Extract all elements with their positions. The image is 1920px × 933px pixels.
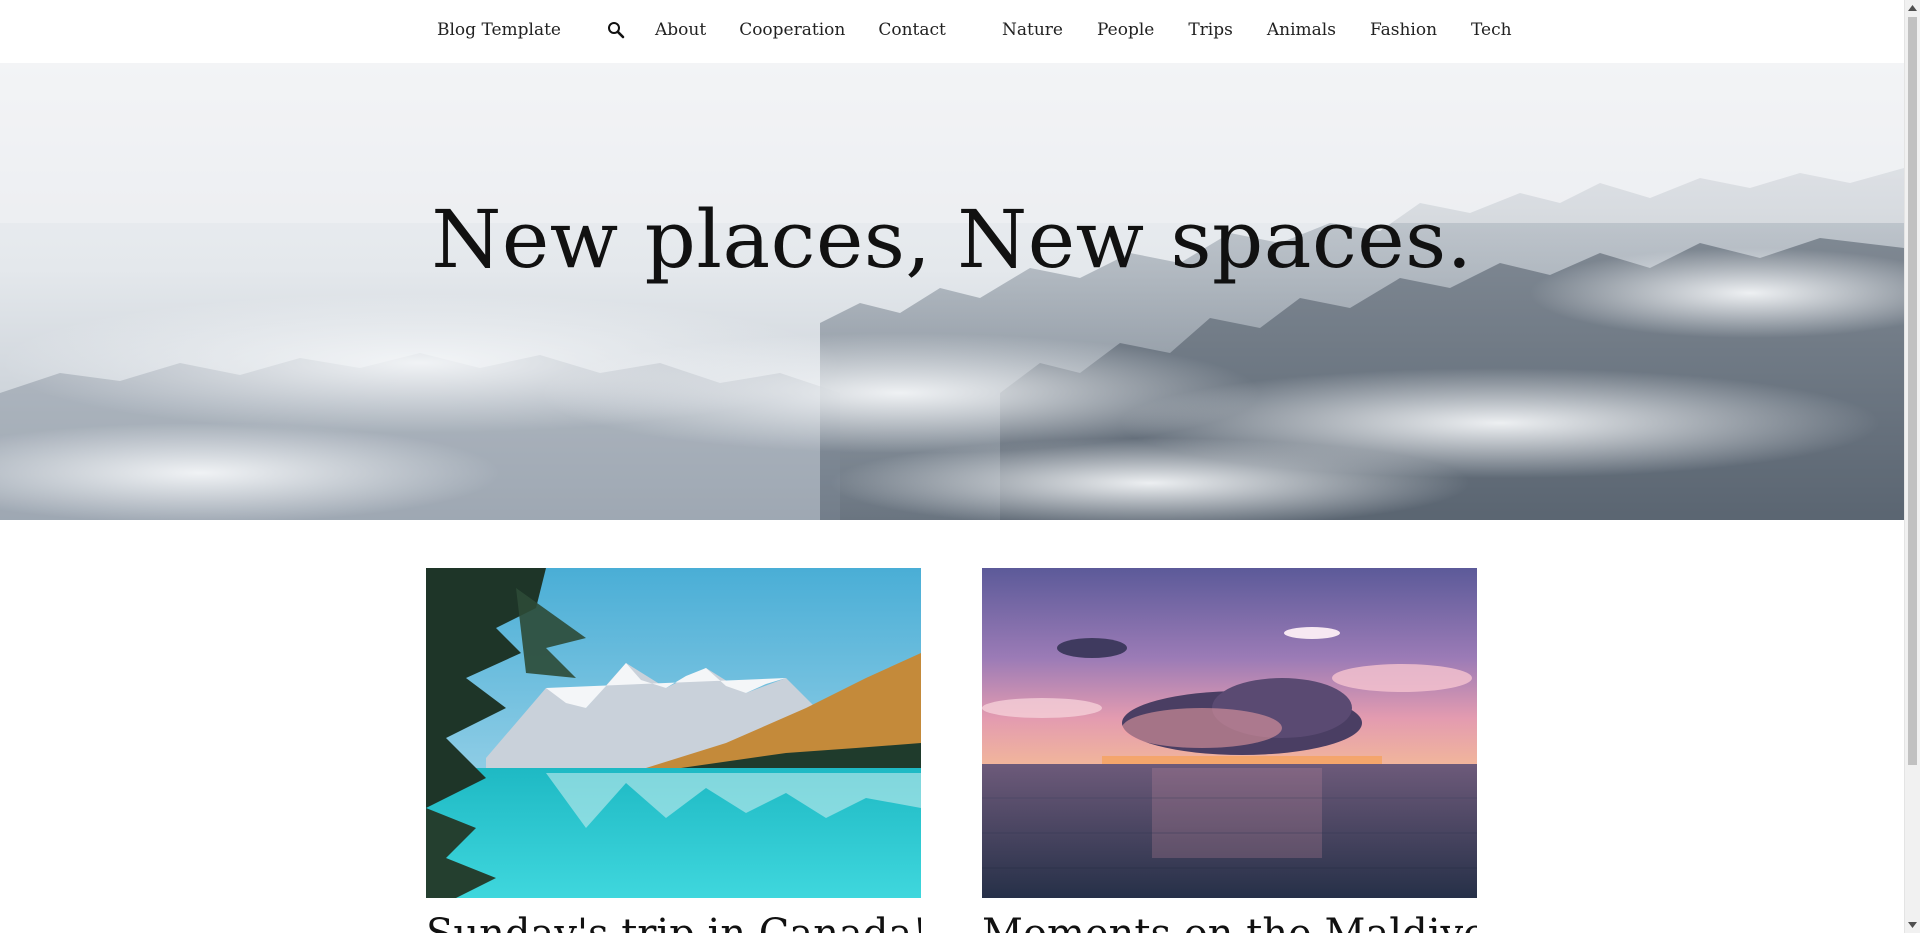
primary-nav: Blog Template About Cooperation Contact xyxy=(437,0,979,60)
post-card[interactable]: Moments on the Maldives & Hawaii xyxy=(982,568,1477,933)
category-nav: Nature People Trips Animals Fashion Tech xyxy=(1002,0,1512,60)
page: Blog Template About Cooperation Contact … xyxy=(0,0,1920,933)
post-image-ocean-sunset[interactable] xyxy=(982,568,1477,898)
site-header: Blog Template About Cooperation Contact … xyxy=(0,0,1904,63)
post-title[interactable]: Sunday's trip in Canada! The xyxy=(426,914,921,933)
scrollbar-thumb[interactable] xyxy=(1908,17,1917,765)
post-grid: Sunday's trip in Canada! The xyxy=(426,568,1478,933)
category-link-animals[interactable]: Animals xyxy=(1267,20,1336,40)
category-link-trips[interactable]: Trips xyxy=(1188,20,1233,40)
scrollbar[interactable] xyxy=(1904,0,1920,933)
hero-banner: New places, New spaces. xyxy=(0,63,1904,520)
hero-title: New places, New spaces. xyxy=(431,193,1473,286)
hero-image-misty-forest xyxy=(0,63,1904,520)
nav-link-about[interactable]: About xyxy=(655,20,706,40)
search-icon[interactable] xyxy=(605,19,627,41)
nav-link-cooperation[interactable]: Cooperation xyxy=(739,20,845,40)
category-link-nature[interactable]: Nature xyxy=(1002,20,1063,40)
scroll-up-arrow-icon[interactable] xyxy=(1905,0,1920,16)
nav-link-contact[interactable]: Contact xyxy=(878,20,946,40)
category-link-tech[interactable]: Tech xyxy=(1471,20,1512,40)
category-link-people[interactable]: People xyxy=(1097,20,1154,40)
post-title[interactable]: Moments on the Maldives & Hawaii xyxy=(982,914,1477,933)
post-image-mountain-lake[interactable] xyxy=(426,568,921,898)
category-link-fashion[interactable]: Fashion xyxy=(1370,20,1437,40)
brand-link[interactable]: Blog Template xyxy=(437,20,561,40)
scroll-down-arrow-icon[interactable] xyxy=(1905,917,1920,933)
post-card[interactable]: Sunday's trip in Canada! The xyxy=(426,568,921,933)
